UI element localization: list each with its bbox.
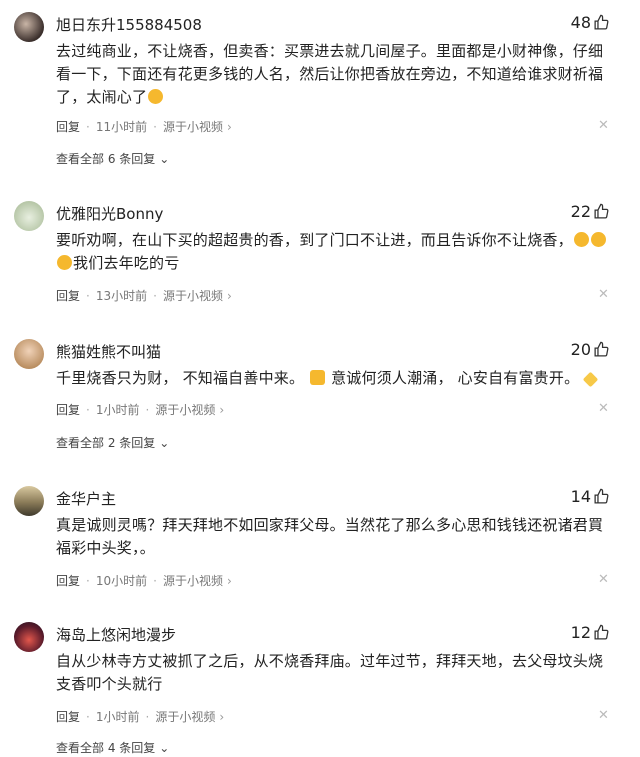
comment-text: 自从少林寺方丈被抓了之后，从不烧香拜庙。过年过节，拜拜天地，去父母坟头烧支香叩个… [56,652,604,693]
timestamp: 1小时前 [95,403,140,417]
sparkles-emoji-icon [582,371,599,388]
timestamp: 10小时前 [95,574,148,588]
username[interactable]: 金华户主 [56,488,116,509]
like-button[interactable]: 20 [571,340,610,359]
username[interactable]: 海岛上悠闲地漫步 [56,624,176,645]
separator-dot: · [86,709,90,724]
separator-dot: · [145,709,150,724]
timestamp: 13小时前 [95,289,148,303]
reply-button[interactable]: 回复 [56,118,80,135]
chevron-down-icon: ⌄ [159,151,170,166]
praying-hands-emoji-icon [310,370,326,385]
timestamp: 1小时前 [95,710,140,724]
username[interactable]: 旭日东升155884508 [56,14,202,35]
chevron-right-icon: › [226,119,232,134]
separator-dot: · [153,573,157,588]
avatar[interactable] [14,622,44,652]
like-button[interactable]: 22 [571,202,610,221]
like-button[interactable]: 48 [571,13,610,32]
chevron-right-icon: › [219,402,225,417]
source-link[interactable]: 源于小视频 [163,118,223,135]
like-count: 22 [570,202,591,221]
comment-text: 去过纯商业，不让烧香，但卖香：买票进去就几间屋子。里面都是小财神像，仔细看一下，… [56,42,604,106]
reply-button[interactable]: 回复 [56,287,80,304]
laughing-emoji-icon [573,232,589,247]
comment-text: 千里烧香只为财， 不知福自善中来。 意诚何须人潮涌， 心安自有富贵开。 [56,367,612,390]
chevron-right-icon: › [226,573,232,588]
avatar[interactable] [14,12,44,42]
like-count: 12 [570,623,591,642]
comment-item: 海岛上悠闲地漫步 12 自从少林寺方丈被抓了之后，从不烧香拜庙。过年过节，拜拜天… [0,622,640,755]
comment-item: 熊猫姓熊不叫猫 20 千里烧香只为财， 不知福自善中来。 意诚何须人潮涌， 心安… [0,339,640,451]
like-button[interactable]: 14 [571,487,610,506]
chevron-down-icon: ⌄ [159,435,170,450]
thumbs-up-icon [594,488,609,504]
separator-dot: · [86,119,90,134]
laughing-emoji-icon [590,232,606,247]
like-count: 20 [570,340,591,359]
view-all-replies-button[interactable]: 查看全部 6 条回复 ⌄ [56,150,169,167]
close-icon[interactable]: ✕ [598,572,610,587]
source-link[interactable]: 源于小视频 [155,401,215,418]
like-count: 14 [570,487,591,506]
chevron-right-icon: › [226,288,232,303]
thumbs-up-icon [594,14,609,30]
comment-meta: 回复 · 1小时前 · 源于小视频 › [56,708,224,725]
separator-dot: · [153,288,157,303]
view-all-replies-button[interactable]: 查看全部 2 条回复 ⌄ [56,434,169,451]
thumbs-up-icon [594,624,609,640]
comment-meta: 回复 · 1小时前 · 源于小视频 › [56,401,224,418]
chevron-right-icon: › [219,709,225,724]
source-link[interactable]: 源于小视频 [163,287,223,304]
comment-item: 优雅阳光Bonny 22 要听劝啊，在山下买的超超贵的香，到了门口不让进，而且告… [0,201,640,311]
separator-dot: · [86,573,90,588]
separator-dot: · [145,402,150,417]
avatar[interactable] [14,201,44,231]
close-icon[interactable]: ✕ [598,287,610,302]
separator-dot: · [153,119,157,134]
close-icon[interactable]: ✕ [598,401,610,416]
separator-dot: · [86,288,90,303]
like-count: 48 [570,13,591,32]
comment-item: 金华户主 14 真是诚则灵嗎？拜天拜地不如回家拜父母。当然花了那么多心思和钱钱还… [0,486,640,596]
view-all-replies-button[interactable]: 查看全部 4 条回复 ⌄ [56,739,169,756]
comment-text: 要听劝啊，在山下买的超超贵的香，到了门口不让进，而且告诉你不让烧香，我们去年吃的… [56,229,612,275]
separator-dot: · [86,402,90,417]
comment-meta: 回复 · 13小时前 · 源于小视频 › [56,287,232,304]
comment-meta: 回复 · 10小时前 · 源于小视频 › [56,572,232,589]
username[interactable]: 熊猫姓熊不叫猫 [56,341,161,362]
comment-text: 真是诚则灵嗎？拜天拜地不如回家拜父母。当然花了那么多心思和钱钱还祝诸君買福彩中头… [56,516,604,557]
reply-button[interactable]: 回复 [56,708,80,725]
laughing-emoji-icon [57,255,72,270]
reply-button[interactable]: 回复 [56,401,80,418]
comment-item: 旭日东升155884508 48 去过纯商业，不让烧香，但卖香：买票进去就几间屋… [0,12,640,172]
timestamp: 11小时前 [95,120,148,134]
source-link[interactable]: 源于小视频 [155,708,215,725]
thumbs-up-icon [594,341,609,357]
close-icon[interactable]: ✕ [598,118,610,133]
source-link[interactable]: 源于小视频 [163,572,223,589]
like-button[interactable]: 12 [571,623,610,642]
close-icon[interactable]: ✕ [598,708,610,723]
username[interactable]: 优雅阳光Bonny [56,203,163,224]
thumbs-up-icon [594,203,609,219]
avatar[interactable] [14,339,44,369]
avatar[interactable] [14,486,44,516]
chevron-down-icon: ⌄ [159,740,170,755]
laughing-emoji-icon [148,89,164,104]
comment-meta: 回复 · 11小时前 · 源于小视频 › [56,118,232,135]
reply-button[interactable]: 回复 [56,572,80,589]
